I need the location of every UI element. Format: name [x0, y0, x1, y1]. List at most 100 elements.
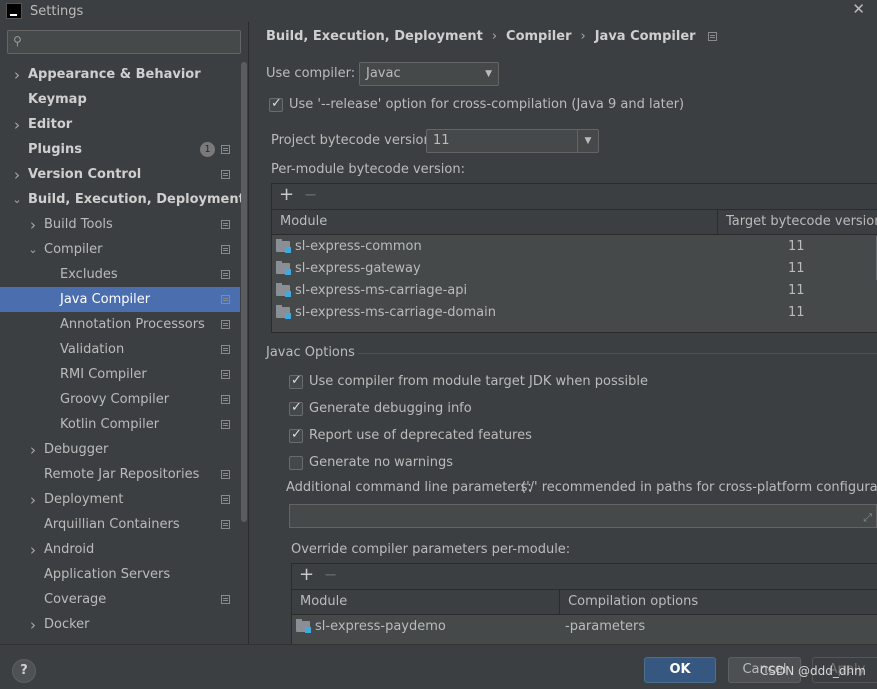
chevron-right-icon[interactable]: › — [12, 66, 22, 84]
table-row[interactable]: sl-express-ms-carriage-domain 11 — [272, 301, 877, 323]
remove-icon[interactable]: − — [324, 565, 337, 584]
module-folder-icon — [276, 282, 291, 297]
javac-option-checkbox[interactable] — [289, 456, 303, 470]
sidebar-item[interactable]: ⌄ Compiler — [0, 237, 240, 262]
additional-params-label: Additional command line parameters: — [286, 480, 532, 495]
sidebar-item-label: Build, Execution, Deployment — [28, 192, 245, 207]
expand-icon[interactable]: ⤢ — [863, 511, 872, 525]
sidebar-item[interactable]: Validation — [0, 337, 240, 362]
sidebar-item[interactable]: › Version Control — [0, 162, 240, 187]
sidebar-item[interactable]: › Editor — [0, 112, 240, 137]
javac-option-checkbox[interactable] — [289, 373, 303, 389]
column-header-module[interactable]: Module — [272, 210, 718, 234]
title-bar: Settings ✕ — [0, 0, 877, 22]
chevron-right-icon[interactable]: › — [28, 616, 38, 634]
chevron-down-icon[interactable]: ⌄ — [12, 193, 22, 206]
remove-icon[interactable]: − — [304, 185, 317, 204]
sidebar-item[interactable]: Annotation Processors — [0, 312, 240, 337]
release-option-checkbox[interactable] — [269, 96, 283, 112]
module-cell: sl-express-ms-carriage-api — [272, 282, 720, 298]
module-folder-icon — [276, 260, 291, 275]
compiler-select-value: Javac — [366, 66, 401, 81]
module-name: sl-express-gateway — [295, 260, 421, 276]
table-row[interactable]: sl-express-ms-carriage-api 11 — [272, 279, 877, 301]
sidebar-item-label: Plugins — [28, 142, 82, 157]
chevron-right-icon[interactable]: › — [28, 541, 38, 559]
search-input[interactable]: ⚲ — [7, 30, 241, 54]
sidebar-item-label: Validation — [60, 342, 125, 357]
sidebar-item[interactable]: Plugins 1 — [0, 137, 240, 162]
chevron-right-icon[interactable]: › — [28, 441, 38, 459]
sidebar-item[interactable]: › Build Tools — [0, 212, 240, 237]
ok-button[interactable]: OK — [644, 657, 716, 683]
target-version-cell[interactable]: 11 — [720, 261, 877, 276]
column-header-module[interactable]: Module — [292, 590, 561, 614]
sidebar-item[interactable]: › Debugger — [0, 437, 240, 462]
add-icon[interactable]: + — [299, 564, 314, 585]
sidebar-item[interactable]: ⌄ Build, Execution, Deployment — [0, 187, 244, 212]
sidebar-item[interactable]: › Deployment — [0, 487, 240, 512]
help-button[interactable]: ? — [12, 659, 36, 683]
sidebar-item[interactable]: Java Compiler — [0, 287, 240, 312]
target-version-cell[interactable]: 11 — [720, 239, 877, 254]
sidebar-item[interactable]: Keymap — [0, 87, 240, 112]
settings-sidebar: ⚲ › Appearance & Behavior Keymap › Editor Plu… — [0, 22, 249, 644]
javac-option-label: Report use of deprecated features — [309, 428, 532, 443]
sidebar-item-label: Annotation Processors — [60, 317, 205, 332]
breadcrumb-separator: › — [580, 29, 586, 44]
sidebar-item[interactable]: RMI Compiler — [0, 362, 240, 387]
target-version-cell[interactable]: 11 — [720, 305, 877, 320]
table-row[interactable]: sl-express-paydemo -parameters — [292, 615, 877, 637]
sidebar-item[interactable]: Excludes — [0, 262, 240, 287]
chevron-down-icon[interactable]: ▼ — [577, 130, 598, 152]
javac-option-checkbox[interactable] — [289, 400, 303, 416]
sidebar-item-label: Excludes — [60, 267, 118, 282]
project-scope-icon — [221, 245, 230, 254]
sidebar-item[interactable]: Arquillian Containers — [0, 512, 240, 537]
module-name: sl-express-paydemo — [315, 618, 446, 634]
additional-params-input[interactable]: ⤢ — [289, 504, 877, 528]
sidebar-item[interactable]: Application Servers — [0, 562, 240, 587]
chevron-right-icon[interactable]: › — [28, 216, 38, 234]
table-row[interactable]: sl-express-gateway 11 — [272, 257, 877, 279]
chevron-right-icon[interactable]: › — [12, 166, 22, 184]
sidebar-item[interactable]: › Appearance & Behavior — [0, 62, 240, 87]
section-divider — [358, 353, 877, 354]
column-header-target-version[interactable]: Target bytecode version — [718, 210, 877, 234]
window-title: Settings — [30, 3, 84, 19]
search-icon: ⚲ — [13, 34, 22, 48]
sidebar-item[interactable]: Coverage — [0, 587, 240, 612]
watermark-text: CSDN @ddd_dhm — [760, 664, 866, 678]
use-compiler-label: Use compiler: — [266, 66, 356, 81]
add-icon[interactable]: + — [279, 184, 294, 205]
sidebar-scrollbar[interactable] — [241, 62, 247, 522]
target-version-cell[interactable]: 11 — [720, 283, 877, 298]
compiler-select[interactable]: Javac ▼ — [359, 62, 499, 86]
column-header-compilation-options[interactable]: Compilation options — [560, 590, 877, 614]
chevron-right-icon[interactable]: › — [12, 116, 22, 134]
close-icon[interactable]: ✕ — [852, 0, 865, 18]
per-module-header: Module Target bytecode version — [272, 210, 877, 235]
chevron-down-icon[interactable]: ⌄ — [28, 243, 38, 256]
sidebar-item-label: Deployment — [44, 492, 124, 507]
sidebar-item[interactable]: Groovy Compiler — [0, 387, 240, 412]
sidebar-item[interactable]: Remote Jar Repositories — [0, 462, 240, 487]
project-bytecode-label: Project bytecode version: — [271, 133, 437, 148]
breadcrumb: Build, Execution, Deployment › Compiler › Ja… — [266, 29, 717, 44]
table-row[interactable]: sl-express-common 11 — [272, 235, 877, 257]
javac-option-label: Generate debugging info — [309, 401, 472, 416]
sidebar-item[interactable]: › Android — [0, 537, 240, 562]
sidebar-item-label: Editor — [28, 117, 73, 132]
sidebar-item[interactable]: Kotlin Compiler — [0, 412, 240, 437]
chevron-right-icon[interactable]: › — [28, 491, 38, 509]
sidebar-item-label: Android — [44, 542, 95, 557]
release-option-label: Use '--release' option for cross-compila… — [289, 97, 685, 112]
module-name: sl-express-common — [295, 238, 422, 254]
module-cell: sl-express-common — [272, 238, 720, 254]
sidebar-item-label: Application Servers — [44, 567, 171, 582]
module-folder-icon — [276, 304, 291, 319]
javac-option-checkbox[interactable] — [289, 427, 303, 443]
sidebar-item[interactable]: › Docker — [0, 612, 240, 637]
project-bytecode-select[interactable]: 11 ▼ — [426, 129, 599, 153]
javac-option-label: Generate no warnings — [309, 455, 454, 470]
